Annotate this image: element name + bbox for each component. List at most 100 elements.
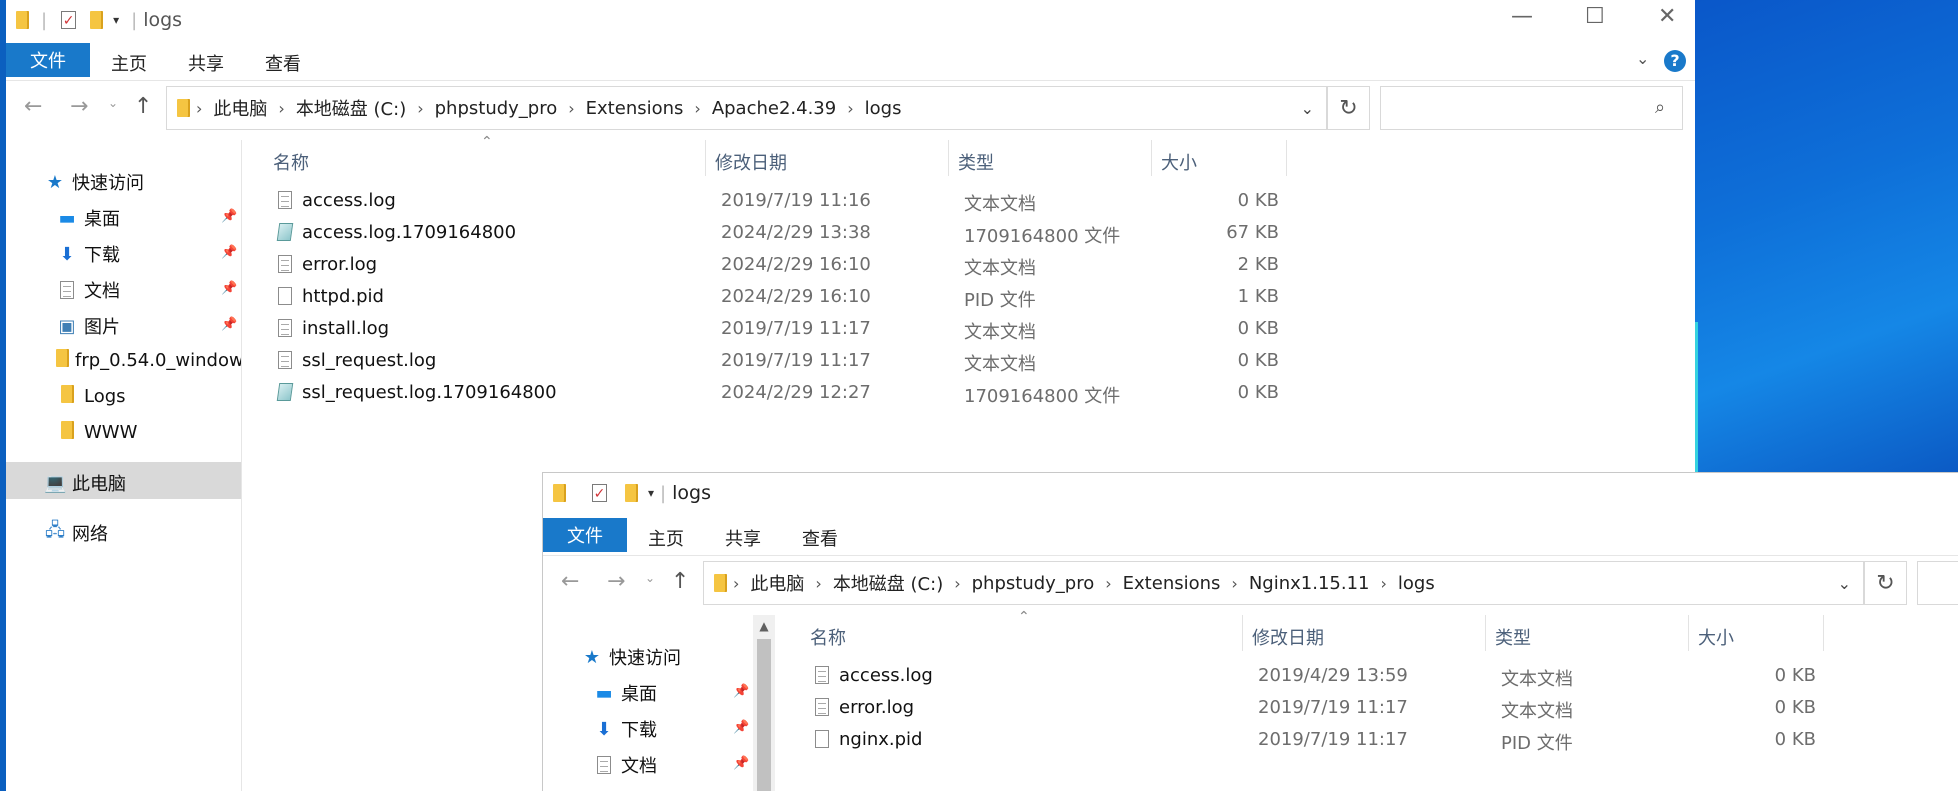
chevron-right-icon[interactable]: ›: [733, 574, 739, 593]
help-icon[interactable]: ?: [1664, 50, 1686, 72]
file-row[interactable]: install.log 2019/7/19 11:17 文本文档 0 KB: [268, 318, 1288, 344]
pin-icon[interactable]: 📌: [221, 317, 237, 332]
nav-item-logs-folder[interactable]: Logs: [56, 385, 126, 408]
breadcrumb-item[interactable]: Nginx1.15.11: [1249, 573, 1370, 594]
nav-item-documents[interactable]: 文档: [56, 277, 120, 303]
nav-item-desktop[interactable]: ▬ 桌面: [56, 205, 120, 231]
chevron-right-icon[interactable]: ›: [568, 99, 574, 118]
column-header-name[interactable]: 名称: [810, 624, 846, 650]
ribbon-tab-share[interactable]: 共享: [725, 525, 761, 551]
back-arrow-icon[interactable]: ←: [561, 569, 579, 594]
minimize-button[interactable]: —: [1511, 4, 1533, 29]
quick-access-dropdown-icon[interactable]: ▾: [113, 13, 119, 27]
explorer-window-nginx[interactable]: ✓ ▾ | logs 文件 主页 共享 查看 ← → ⌄ ↑ › 此电脑 › 本…: [543, 473, 1958, 791]
chevron-right-icon[interactable]: ›: [694, 99, 700, 118]
new-folder-icon[interactable]: [90, 11, 104, 29]
breadcrumb-item[interactable]: Extensions: [586, 98, 684, 119]
chevron-right-icon[interactable]: ›: [1231, 574, 1237, 593]
pin-icon[interactable]: 📌: [221, 245, 237, 260]
nav-item-downloads[interactable]: ⬇ 下载: [593, 716, 657, 742]
ribbon-tab-view[interactable]: 查看: [802, 525, 838, 551]
breadcrumb-item[interactable]: phpstudy_pro: [972, 573, 1095, 594]
column-header-size[interactable]: 大小: [1698, 624, 1734, 650]
back-arrow-icon[interactable]: ←: [24, 94, 42, 119]
chevron-right-icon[interactable]: ›: [815, 574, 821, 593]
breadcrumb-item[interactable]: phpstudy_pro: [435, 98, 558, 119]
file-row[interactable]: httpd.pid 2024/2/29 16:10 PID 文件 1 KB: [268, 286, 1288, 312]
ribbon-file-tab[interactable]: 文件: [543, 518, 627, 552]
chevron-right-icon[interactable]: ›: [196, 99, 202, 118]
properties-icon[interactable]: ✓: [61, 11, 77, 29]
pin-icon[interactable]: 📌: [733, 684, 749, 699]
refresh-button[interactable]: ↻: [1864, 561, 1907, 605]
chevron-down-icon[interactable]: ⌄: [1301, 99, 1314, 118]
forward-arrow-icon[interactable]: →: [70, 94, 88, 119]
chevron-right-icon[interactable]: ›: [1105, 574, 1111, 593]
ribbon-file-tab[interactable]: 文件: [6, 43, 90, 77]
breadcrumb-item[interactable]: 此电脑: [750, 570, 804, 596]
close-button[interactable]: ✕: [1658, 4, 1676, 29]
breadcrumb-item[interactable]: 本地磁盘 (C:): [296, 95, 406, 121]
pin-icon[interactable]: 📌: [221, 209, 237, 224]
address-bar[interactable]: › 此电脑 › 本地磁盘 (C:) › phpstudy_pro › Exten…: [703, 561, 1864, 605]
scrollbar-thumb[interactable]: [757, 639, 771, 791]
recent-locations-icon[interactable]: ⌄: [108, 96, 118, 110]
ribbon-tab-home[interactable]: 主页: [111, 50, 147, 76]
column-header-size[interactable]: 大小: [1161, 149, 1197, 175]
chevron-right-icon[interactable]: ›: [954, 574, 960, 593]
chevron-right-icon[interactable]: ›: [1380, 574, 1386, 593]
column-header-date[interactable]: 修改日期: [1252, 624, 1324, 650]
pin-icon[interactable]: 📌: [733, 756, 749, 771]
new-folder-icon[interactable]: [625, 484, 638, 502]
nav-item-pictures[interactable]: ▣ 图片: [56, 313, 120, 339]
nav-item-downloads[interactable]: ⬇ 下载: [56, 241, 120, 267]
ribbon-tab-home[interactable]: 主页: [648, 525, 684, 551]
refresh-button[interactable]: ↻: [1327, 86, 1370, 130]
search-input[interactable]: [1917, 561, 1958, 605]
chevron-right-icon[interactable]: ›: [278, 99, 284, 118]
file-row[interactable]: access.log 2019/7/19 11:16 文本文档 0 KB: [268, 190, 1288, 216]
search-icon[interactable]: ⌕: [1655, 97, 1665, 118]
column-header-date[interactable]: 修改日期: [715, 149, 787, 175]
nav-item-network[interactable]: 🖧 网络: [44, 518, 108, 548]
maximize-button[interactable]: ☐: [1585, 4, 1605, 29]
forward-arrow-icon[interactable]: →: [607, 569, 625, 594]
chevron-right-icon[interactable]: ›: [847, 99, 853, 118]
nav-item-documents[interactable]: 文档: [593, 752, 657, 778]
pin-icon[interactable]: 📌: [221, 281, 237, 296]
file-row[interactable]: nginx.pid 2019/7/19 11:17 PID 文件 0 KB: [805, 729, 1825, 755]
breadcrumb-item[interactable]: logs: [865, 98, 902, 119]
ribbon-tab-view[interactable]: 查看: [265, 50, 301, 76]
pin-icon[interactable]: 📌: [733, 720, 749, 735]
up-arrow-icon[interactable]: ↑: [134, 94, 152, 119]
ribbon-tab-share[interactable]: 共享: [188, 50, 224, 76]
file-row[interactable]: error.log 2024/2/29 16:10 文本文档 2 KB: [268, 254, 1288, 280]
nav-item-www-folder[interactable]: WWW: [56, 421, 137, 444]
column-header-type[interactable]: 类型: [1495, 624, 1531, 650]
file-row[interactable]: ssl_request.log 2019/7/19 11:17 文本文档 0 KB: [268, 350, 1288, 376]
up-arrow-icon[interactable]: ↑: [671, 569, 689, 594]
scroll-up-arrow-icon[interactable]: ▲: [753, 619, 775, 633]
breadcrumb-item[interactable]: 此电脑: [213, 95, 267, 121]
file-row[interactable]: error.log 2019/7/19 11:17 文本文档 0 KB: [805, 697, 1825, 723]
nav-item-this-pc[interactable]: 💻 此电脑: [44, 470, 126, 496]
nav-item-quick-access[interactable]: ★ 快速访问: [44, 169, 144, 195]
address-bar[interactable]: › 此电脑 › 本地磁盘 (C:) › phpstudy_pro › Exten…: [166, 86, 1327, 130]
chevron-right-icon[interactable]: ›: [417, 99, 423, 118]
file-row[interactable]: access.log.1709164800 2024/2/29 13:38 1709…: [268, 222, 1288, 248]
file-row[interactable]: access.log 2019/4/29 13:59 文本文档 0 KB: [805, 665, 1825, 691]
chevron-down-icon[interactable]: ⌄: [1838, 574, 1851, 593]
column-header-type[interactable]: 类型: [958, 149, 994, 175]
ribbon-expand-icon[interactable]: ⌄: [1636, 49, 1649, 68]
nav-item-frp-folder[interactable]: frp_0.54.0_window: [56, 349, 241, 372]
file-row[interactable]: ssl_request.log.1709164800 2024/2/29 12:2…: [268, 382, 1288, 408]
breadcrumb-item[interactable]: Extensions: [1123, 573, 1221, 594]
recent-locations-icon[interactable]: ⌄: [645, 571, 655, 585]
quick-access-dropdown-icon[interactable]: ▾: [648, 486, 654, 500]
nav-item-quick-access[interactable]: ★ 快速访问: [581, 644, 681, 670]
nav-item-desktop[interactable]: ▬ 桌面: [593, 680, 657, 706]
search-input[interactable]: [1380, 86, 1683, 130]
column-header-name[interactable]: 名称: [273, 149, 309, 175]
breadcrumb-item[interactable]: 本地磁盘 (C:): [833, 570, 943, 596]
breadcrumb-item[interactable]: Apache2.4.39: [712, 98, 836, 119]
